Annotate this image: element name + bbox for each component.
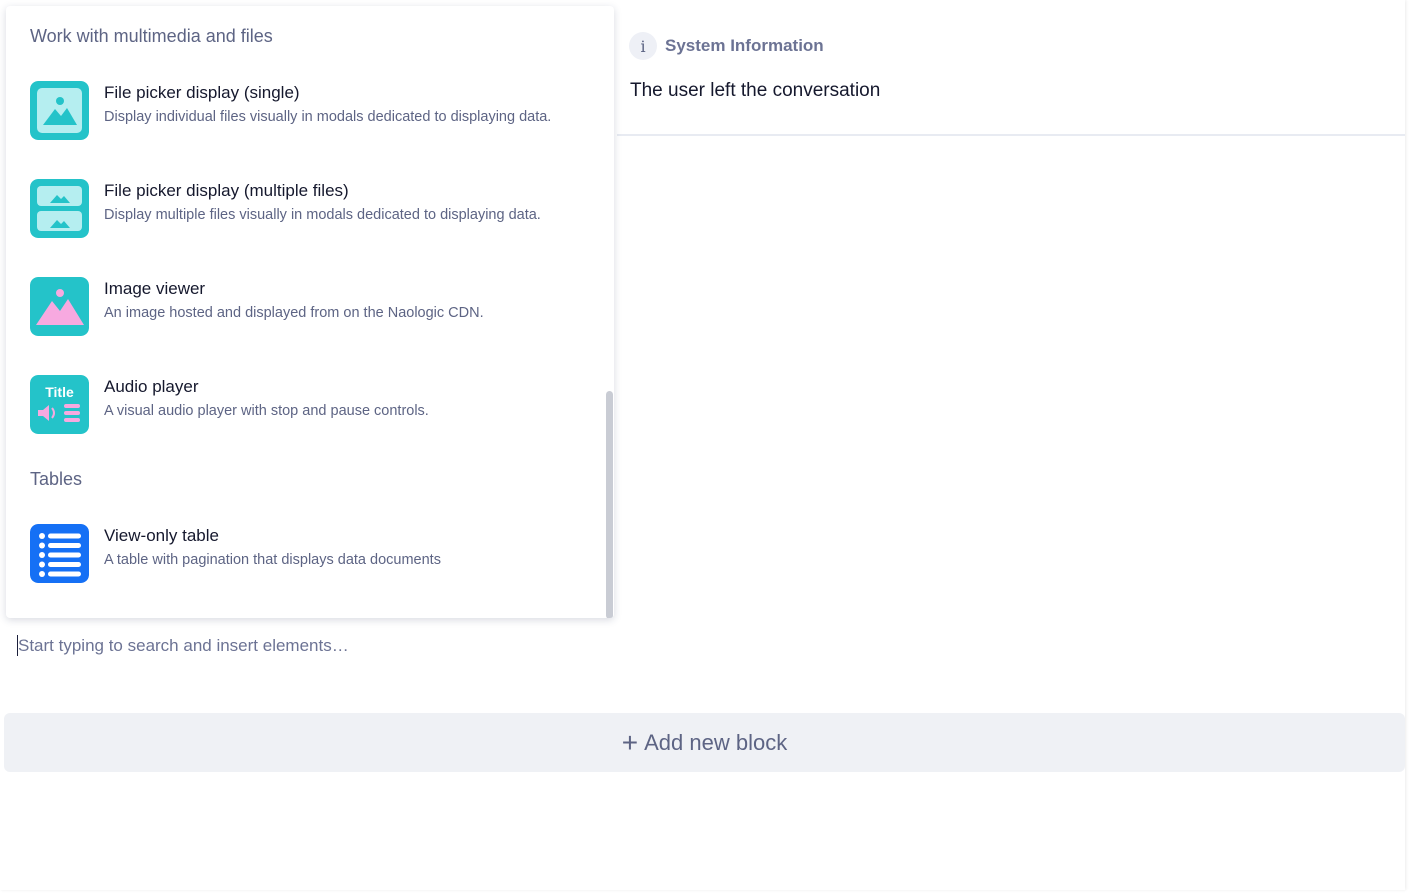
audio-icon-title-text: Title [45, 384, 74, 400]
item-description: A visual audio player with stop and paus… [104, 403, 429, 419]
element-search-input[interactable] [14, 632, 618, 660]
item-name: File picker display (single) [104, 83, 300, 102]
item-description: A table with pagination that displays da… [104, 552, 441, 568]
section-title-tables: Tables [30, 469, 83, 489]
system-message: The user left the conversation [630, 80, 881, 101]
picker-item-view-only-table[interactable]: View-only table A table with pagination … [30, 524, 590, 586]
add-new-block-label: Add new block [644, 729, 788, 755]
item-description: Display multiple files visually in modal… [104, 207, 541, 223]
item-name: Image viewer [104, 279, 206, 298]
picker-item-image-viewer[interactable]: Image viewer An image hosted and display… [30, 277, 590, 339]
picker-item-file-picker-multiple[interactable]: File picker display (multiple files) Dis… [30, 179, 590, 241]
add-new-block-button[interactable]: + Add new block [4, 713, 1405, 772]
section-title-multimedia: Work with multimedia and files [30, 26, 273, 46]
item-name: Audio player [104, 377, 199, 396]
picker-item-audio-player[interactable]: Title Audio player A visual audio player… [30, 375, 590, 437]
audio-player-icon: Title [30, 375, 89, 434]
system-information-block: i System Information The user left the c… [617, 12, 1405, 136]
picker-scrollbar[interactable] [606, 391, 613, 618]
item-description: An image hosted and displayed from on th… [104, 305, 484, 321]
element-picker-dropdown: Work with multimedia and files File pick… [6, 6, 614, 618]
item-name: File picker display (multiple files) [104, 181, 349, 200]
picker-item-file-picker-single[interactable]: File picker display (single) Display ind… [30, 81, 590, 143]
image-viewer-icon [30, 277, 89, 336]
info-icon: i [629, 32, 657, 60]
table-icon [30, 524, 89, 583]
item-name: View-only table [104, 526, 219, 545]
plus-icon: + [621, 726, 639, 758]
editor-canvas: i System Information The user left the c… [0, 0, 1405, 890]
file-picker-multiple-icon [30, 179, 89, 238]
text-caret [17, 635, 18, 656]
item-description: Display individual files visually in mod… [104, 109, 552, 125]
file-picker-single-icon [30, 81, 89, 140]
system-information-title: System Information [665, 36, 824, 55]
system-information-header: i System Information [629, 32, 824, 60]
